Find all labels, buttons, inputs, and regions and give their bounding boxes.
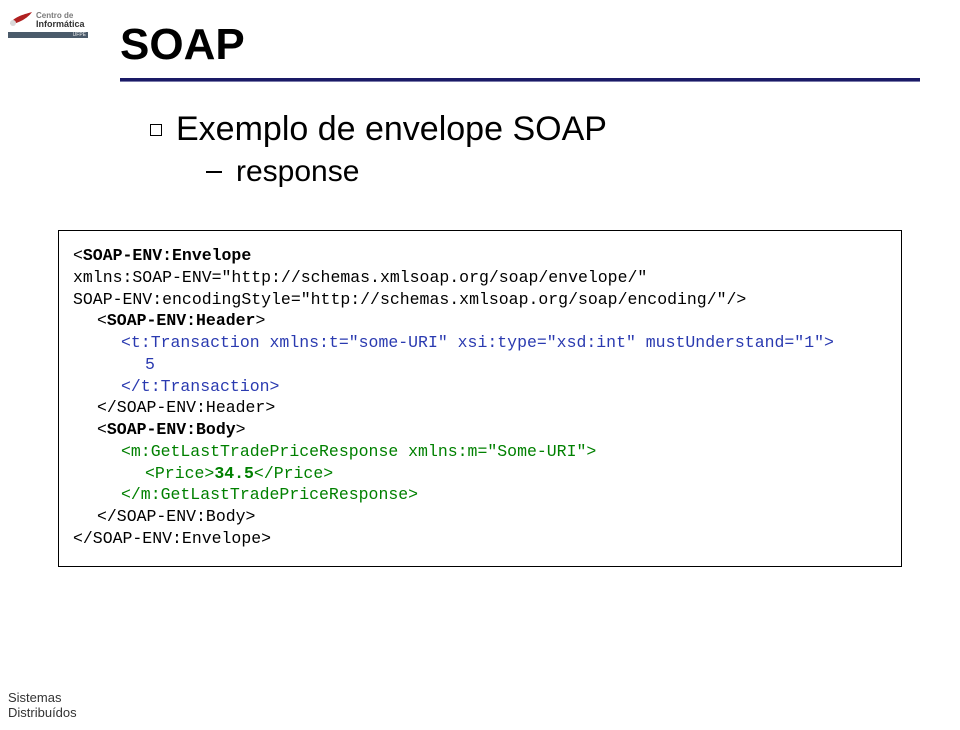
code-strong: SOAP-ENV:Body	[107, 420, 236, 439]
logo-text: Centro de Informática	[36, 12, 85, 29]
logo-inform: Informática	[36, 20, 85, 29]
bullet-block: Exemplo de envelope SOAP response	[150, 110, 607, 189]
footer-label: Sistemas Distribuídos	[8, 691, 77, 720]
bullet-level1: Exemplo de envelope SOAP	[150, 110, 607, 149]
code-line: <Price>34.5</Price>	[145, 463, 889, 485]
code-strong: 34.5	[214, 464, 254, 483]
dash-bullet-icon	[206, 171, 222, 173]
footer-line1: Sistemas	[8, 690, 61, 705]
code-line: xmlns:SOAP-ENV="http://schemas.xmlsoap.o…	[73, 267, 889, 289]
logo: Centro de Informática UFPE	[8, 10, 86, 50]
code-line: </SOAP-ENV:Header>	[97, 397, 889, 419]
title-rule	[120, 78, 920, 82]
code-text: <	[97, 420, 107, 439]
logo-top: Centro de Informática	[8, 10, 86, 30]
code-line: <SOAP-ENV:Header>	[97, 310, 889, 332]
code-text: >	[236, 420, 246, 439]
bullet-level2: response	[206, 155, 607, 189]
code-text: </Price>	[254, 464, 333, 483]
bullet2-text: response	[236, 155, 359, 189]
code-line: </SOAP-ENV:Envelope>	[73, 528, 889, 550]
logo-bar: UFPE	[8, 32, 88, 38]
code-line: SOAP-ENV:encodingStyle="http://schemas.x…	[73, 289, 889, 311]
code-strong: SOAP-ENV:Envelope	[83, 246, 251, 265]
code-line: </m:GetLastTradePriceResponse>	[121, 484, 889, 506]
code-line: 5	[145, 354, 889, 376]
code-text: <	[97, 311, 107, 330]
code-text: <Price>	[145, 464, 214, 483]
code-text: >	[255, 311, 265, 330]
footer-line2: Distribuídos	[8, 705, 77, 720]
code-strong: SOAP-ENV:Header	[107, 311, 256, 330]
code-line: </SOAP-ENV:Body>	[97, 506, 889, 528]
code-line: <SOAP-ENV:Body>	[97, 419, 889, 441]
code-line: </t:Transaction>	[121, 376, 889, 398]
logo-swoosh-icon	[8, 10, 34, 30]
code-line: <t:Transaction xmlns:t="some-URI" xsi:ty…	[121, 332, 889, 354]
square-bullet-icon	[150, 124, 162, 136]
code-line: <m:GetLastTradePriceResponse xmlns:m="So…	[121, 441, 889, 463]
code-box: <SOAP-ENV:Envelope xmlns:SOAP-ENV="http:…	[58, 230, 902, 567]
bullet1-text: Exemplo de envelope SOAP	[176, 110, 607, 149]
code-text: <	[73, 246, 83, 265]
code-line: <SOAP-ENV:Envelope	[73, 245, 889, 267]
page-title: SOAP	[120, 20, 245, 70]
